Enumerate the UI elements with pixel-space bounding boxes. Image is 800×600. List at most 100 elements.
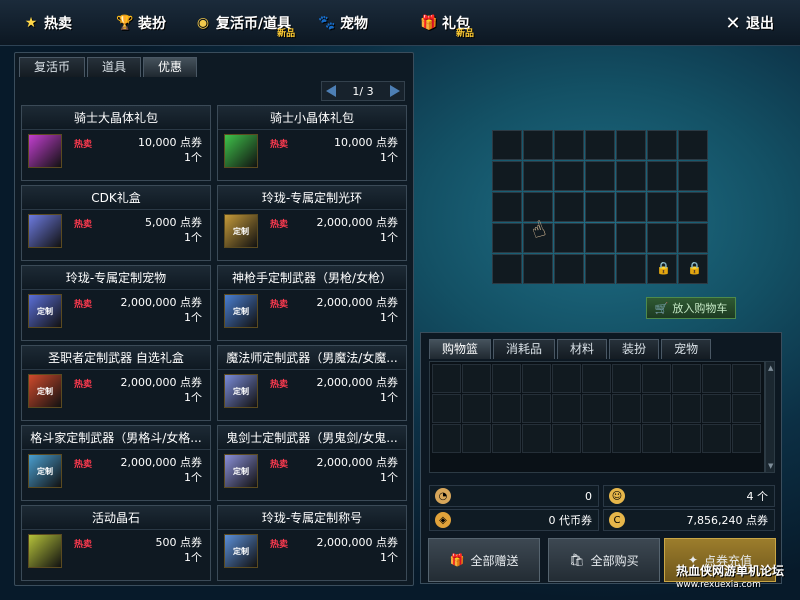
preview-slot[interactable] [678, 192, 708, 222]
event-crystal-icon[interactable] [28, 534, 62, 568]
tab-costume[interactable]: 装扮 [609, 339, 660, 359]
preview-slot[interactable] [616, 223, 646, 253]
basket-slot[interactable] [462, 394, 491, 423]
shop-item-card[interactable]: 骑士小晶体礼包 热卖 10,000 点券 1个 [217, 105, 407, 181]
basket-slot[interactable] [732, 394, 761, 423]
basket-slot[interactable] [702, 424, 731, 453]
basket-slot[interactable] [492, 394, 521, 423]
preview-slot[interactable] [616, 192, 646, 222]
custom-title-icon[interactable]: 定制 [224, 534, 258, 568]
tab-materials[interactable]: 材料 [557, 339, 608, 359]
tab-consumables[interactable]: 消耗品 [493, 339, 556, 359]
exit-button[interactable]: ✕ 退出 [724, 12, 774, 34]
scroll-up-icon[interactable]: ▲ [768, 364, 773, 372]
basket-slot[interactable] [702, 364, 731, 393]
tab-pet[interactable]: 宠物 [661, 339, 712, 359]
tab-discount[interactable]: 优惠 [143, 57, 198, 77]
basket-slot[interactable] [642, 394, 671, 423]
basket-slot[interactable] [612, 394, 641, 423]
basket-slot[interactable] [732, 424, 761, 453]
custom-pet-icon[interactable]: 定制 [28, 294, 62, 328]
preview-slot[interactable] [523, 130, 553, 160]
tab-basket[interactable]: 购物篮 [429, 339, 492, 359]
shop-item-card[interactable]: 玲珑-专属定制光环 定制 热卖 2,000,000 点券 1个 [217, 185, 407, 261]
basket-slot[interactable] [642, 364, 671, 393]
preview-slot[interactable] [647, 192, 677, 222]
preview-slot[interactable] [647, 223, 677, 253]
basket-slot[interactable] [462, 364, 491, 393]
nav-gift[interactable]: 🎁 礼包 新品 [420, 12, 474, 39]
preview-slot[interactable] [523, 254, 553, 284]
preview-slot[interactable] [554, 254, 584, 284]
tab-revive-coin[interactable]: 复活币 [19, 57, 86, 77]
gift-all-button[interactable]: 🎁 全部赠送 [428, 538, 540, 582]
shop-item-card[interactable]: 活动晶石 热卖 500 点券 1个 [21, 505, 211, 581]
next-page-button[interactable] [389, 85, 400, 97]
shop-item-card[interactable]: 格斗家定制武器（男格斗/女格... 定制 热卖 2,000,000 点券 1个 [21, 425, 211, 501]
custom-priest-icon[interactable]: 定制 [28, 374, 62, 408]
shop-item-card[interactable]: 玲珑-专属定制称号 定制 热卖 2,000,000 点券 1个 [217, 505, 407, 581]
preview-slot[interactable] [585, 161, 615, 191]
basket-slot[interactable] [672, 394, 701, 423]
preview-slot[interactable] [616, 130, 646, 160]
shop-item-card[interactable]: 圣职者定制武器 自选礼盒 定制 热卖 2,000,000 点券 1个 [21, 345, 211, 421]
preview-slot[interactable] [492, 130, 522, 160]
shop-item-card[interactable]: 骑士大晶体礼包 热卖 10,000 点券 1个 [21, 105, 211, 181]
basket-slot[interactable] [672, 424, 701, 453]
basket-slot[interactable] [432, 394, 461, 423]
preview-slot[interactable] [616, 161, 646, 191]
nav-hot[interactable]: ★ 热卖 [22, 12, 72, 34]
preview-slot[interactable] [585, 254, 615, 284]
basket-slot[interactable] [462, 424, 491, 453]
custom-mage-icon[interactable]: 定制 [224, 374, 258, 408]
scroll-down-icon[interactable]: ▼ [768, 462, 773, 470]
shop-item-card[interactable]: 鬼剑士定制武器（男鬼剑/女鬼... 定制 热卖 2,000,000 点券 1个 [217, 425, 407, 501]
shop-item-card[interactable]: 魔法师定制武器（男魔法/女魔... 定制 热卖 2,000,000 点券 1个 [217, 345, 407, 421]
basket-slot[interactable] [432, 364, 461, 393]
preview-slot[interactable] [492, 223, 522, 253]
custom-gun-icon[interactable]: 定制 [224, 294, 258, 328]
preview-slot[interactable] [647, 130, 677, 160]
basket-slot[interactable] [612, 424, 641, 453]
nav-costume[interactable]: 🏆 装扮 [116, 12, 166, 34]
basket-slot[interactable] [732, 364, 761, 393]
basket-slot[interactable] [582, 364, 611, 393]
basket-slot[interactable] [582, 394, 611, 423]
basket-slot[interactable] [522, 364, 551, 393]
purple-box-icon[interactable] [28, 134, 62, 168]
preview-slot[interactable] [585, 223, 615, 253]
prev-page-button[interactable] [326, 85, 336, 97]
preview-slot[interactable] [585, 192, 615, 222]
custom-sword-icon[interactable]: 定制 [224, 454, 258, 488]
preview-slot[interactable] [492, 254, 522, 284]
preview-slot[interactable] [523, 161, 553, 191]
basket-slot[interactable] [492, 364, 521, 393]
preview-slot[interactable] [492, 161, 522, 191]
lucky-box-icon[interactable] [28, 214, 62, 248]
basket-slot[interactable] [522, 424, 551, 453]
basket-slot[interactable] [432, 424, 461, 453]
preview-slot[interactable] [585, 130, 615, 160]
basket-slot[interactable] [612, 364, 641, 393]
preview-slot[interactable] [647, 161, 677, 191]
preview-slot[interactable] [554, 161, 584, 191]
custom-fighter-icon[interactable]: 定制 [28, 454, 62, 488]
preview-slot[interactable] [554, 223, 584, 253]
preview-slot[interactable] [554, 192, 584, 222]
preview-slot[interactable]: 🔒 [647, 254, 677, 284]
shop-item-card[interactable]: 神枪手定制武器（男枪/女枪） 定制 热卖 2,000,000 点券 1个 [217, 265, 407, 341]
preview-slot[interactable]: 🔒 [678, 254, 708, 284]
nav-pet[interactable]: 🐾 宠物 [318, 12, 368, 34]
basket-slot[interactable] [522, 394, 551, 423]
green-box-icon[interactable] [224, 134, 258, 168]
basket-slot[interactable] [492, 424, 521, 453]
basket-slot[interactable] [642, 424, 671, 453]
basket-slot[interactable] [552, 394, 581, 423]
preview-slot[interactable] [492, 192, 522, 222]
basket-slot[interactable] [552, 424, 581, 453]
shop-item-card[interactable]: 玲珑-专属定制宠物 定制 热卖 2,000,000 点券 1个 [21, 265, 211, 341]
preview-slot[interactable] [678, 161, 708, 191]
custom-halo-icon[interactable]: 定制 [224, 214, 258, 248]
preview-slot[interactable] [616, 254, 646, 284]
nav-revive-coin[interactable]: ◉ 复活币/道具 新品 [194, 12, 295, 39]
